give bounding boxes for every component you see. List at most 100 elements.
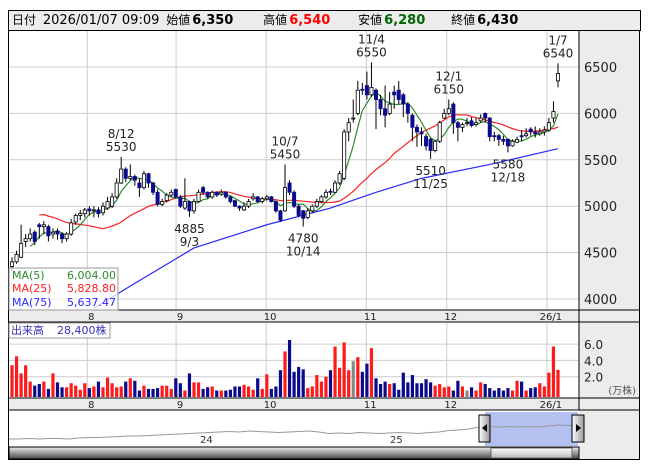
volume-bar (278, 370, 283, 397)
candle-up (319, 196, 324, 202)
candle-down (533, 131, 538, 135)
candle-down (37, 224, 42, 228)
candle-up (387, 103, 392, 114)
volume-bar (101, 387, 105, 397)
month-label: 9 (177, 400, 183, 411)
annotation-value: 4780 (288, 232, 319, 246)
candle-up (64, 233, 69, 240)
volume-bar (520, 381, 524, 397)
candle-up (346, 122, 351, 133)
volume-bar (451, 390, 455, 397)
volume-bar (506, 388, 510, 397)
month-label: 12 (444, 400, 457, 411)
volume-bar (415, 383, 419, 397)
candle-up (333, 182, 338, 193)
candle-up (169, 191, 174, 196)
candle-down (205, 191, 210, 198)
ma75-value: 5,637.47 (67, 296, 116, 309)
candle-up (515, 138, 520, 143)
candle-down (146, 173, 151, 184)
volume-bar (269, 388, 273, 397)
candle-down (378, 99, 383, 110)
volume-bar (315, 375, 319, 397)
candle-down (419, 131, 424, 135)
volume-bar (469, 387, 474, 397)
volume-bar (324, 376, 328, 397)
candle-down (301, 210, 306, 219)
volume-bar (551, 346, 556, 397)
candle-up (91, 209, 96, 212)
candle-up (164, 194, 169, 202)
volume-bar (55, 382, 60, 397)
navigator-selection[interactable] (485, 412, 578, 446)
volume-bar (497, 388, 501, 397)
candle-up (23, 238, 28, 242)
navigator-right-handle[interactable] (571, 414, 585, 443)
volume-bar (547, 372, 551, 397)
navigator-scroll-thumb[interactable] (490, 447, 573, 459)
candle-up (478, 117, 483, 122)
month-label: 12 (444, 312, 457, 323)
volume-bar (333, 346, 337, 397)
annotation-date: 8/12 (108, 127, 135, 141)
volume-bar (338, 367, 342, 397)
candle-up (9, 261, 14, 267)
volume-bar (219, 390, 223, 397)
volume-bar (83, 383, 87, 397)
volume-bar (556, 369, 560, 397)
volume-tick-label: 6.0 (584, 338, 603, 352)
annotation-date: 10/7 (272, 134, 299, 148)
volume-bar (287, 340, 292, 397)
candle-up (524, 133, 529, 137)
volume-bar (342, 342, 346, 397)
volume-bar (128, 378, 132, 397)
candle-down (360, 88, 365, 91)
volume-bar (265, 374, 269, 397)
candle-down (151, 182, 156, 193)
navigator-left-handle[interactable] (478, 414, 491, 443)
volume-bar (510, 390, 515, 397)
ma-legend: MA(5) 6,004.00 MA(25) 5,828.80 MA(75) 5,… (8, 267, 119, 311)
volume-bar (474, 390, 478, 397)
volume-tick-label: 4.0 (584, 354, 603, 368)
candle-up (160, 201, 165, 205)
candle-down (392, 91, 397, 96)
volume-bar (447, 386, 451, 397)
volume-bar (160, 385, 164, 397)
volume-bar (374, 378, 378, 397)
candle-up (337, 173, 342, 184)
volume-bar (110, 383, 114, 397)
volume-bar (228, 389, 232, 397)
volume-bar (60, 387, 64, 397)
volume-bar (524, 390, 528, 397)
candle-up (323, 191, 328, 198)
candle-up (128, 176, 133, 179)
annotation-value: 6550 (356, 45, 387, 59)
navigator-year-label: 24 (200, 435, 213, 446)
candle-down (269, 196, 274, 202)
volume-bar (360, 371, 364, 397)
candle-up (242, 205, 247, 211)
candle-up (114, 182, 119, 198)
candle-up (464, 122, 469, 125)
candle-up (342, 131, 347, 179)
candle-down (410, 114, 415, 128)
volume-title: 出来高 (11, 323, 44, 337)
annotation-value: 5510 (415, 164, 446, 178)
volume-bar (24, 365, 28, 397)
candle-up (551, 111, 556, 119)
candle-up (460, 124, 465, 128)
candle-down (237, 205, 242, 209)
candle-up (264, 196, 269, 200)
candle-up (101, 205, 106, 214)
volume-bar (479, 382, 483, 397)
candle-up (141, 173, 146, 189)
candle-up (442, 113, 447, 119)
stock-chart[interactable]: 6500 6000 5500 5000 4500 4000 6.0 4.0 2.0 8 8 9 9 1… (0, 0, 653, 470)
candle-down (60, 233, 65, 240)
volume-bar (351, 361, 355, 397)
volume-bar (14, 356, 19, 397)
volume-bar (151, 388, 155, 397)
volume-bar (369, 348, 374, 397)
candle-down (451, 103, 456, 124)
